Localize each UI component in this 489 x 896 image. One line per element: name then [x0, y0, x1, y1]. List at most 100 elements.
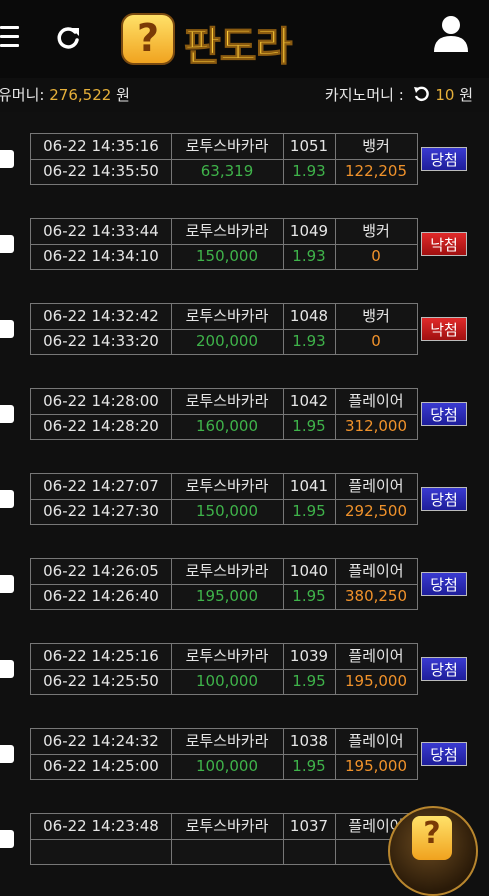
game-name: 로투스바카라	[185, 222, 269, 240]
result-time: 06-22 14:25:00	[43, 757, 159, 775]
win-status-badge: 당첨	[421, 487, 467, 511]
bet-row-table: 06-22 14:28:00 06-22 14:28:20 로투스바카라 160,00…	[30, 388, 418, 440]
casino-refresh-icon[interactable]	[413, 86, 429, 102]
bet-amount: 100,000	[195, 757, 259, 775]
game-name: 로투스바카라	[185, 647, 269, 665]
bet-time: 06-22 14:32:42	[43, 307, 159, 325]
round-number: 1038	[289, 732, 329, 750]
lose-status-badge: 낙첨	[421, 232, 467, 256]
bet-pick: 뱅커	[362, 222, 390, 240]
round-number: 1051	[289, 137, 329, 155]
game-name: 로투스바카라	[185, 562, 269, 580]
row-checkbox[interactable]	[0, 745, 14, 763]
bet-row-table: 06-22 14:24:32 06-22 14:25:00 로투스바카라 100,00…	[30, 728, 418, 780]
refresh-icon[interactable]	[54, 24, 82, 52]
user-money-label: 유머니:	[0, 86, 45, 104]
user-money-unit: 원	[116, 86, 130, 104]
round-number: 1040	[289, 562, 329, 580]
odds: 1.93	[292, 162, 326, 180]
payout-amount: 195,000	[344, 672, 408, 690]
bet-time: 06-22 14:23:48	[43, 817, 159, 835]
floating-logo-mark: ?	[412, 816, 452, 860]
round-number: 1039	[289, 647, 329, 665]
win-status-badge: 당첨	[421, 402, 467, 426]
row-checkbox[interactable]	[0, 320, 14, 338]
user-money: 유머니: 276,522 원	[0, 78, 130, 112]
bet-pick: 뱅커	[362, 307, 390, 325]
bet-row: 06-22 14:27:07 06-22 14:27:30 로투스바카라 150,00…	[0, 473, 489, 525]
pandora-logo[interactable]: ? 판도라	[118, 6, 338, 71]
odds: 1.93	[292, 332, 326, 350]
bet-row: 06-22 14:35:16 06-22 14:35:50 로투스바카라 63,319…	[0, 133, 489, 185]
bet-pick: 플레이어	[348, 392, 404, 410]
win-status-badge: 당첨	[421, 742, 467, 766]
casino-money-value: 10	[435, 86, 455, 104]
bet-row-table: 06-22 14:32:42 06-22 14:33:20 로투스바카라 200,00…	[30, 303, 418, 355]
logo-text: 판도라	[183, 24, 292, 71]
bet-row-table: 06-22 14:25:16 06-22 14:25:50 로투스바카라 100,00…	[30, 643, 418, 695]
bet-amount: 63,319	[200, 162, 254, 180]
bet-amount: 160,000	[195, 417, 259, 435]
payout-amount: 380,250	[344, 587, 408, 605]
bet-time: 06-22 14:27:07	[43, 477, 159, 495]
floating-logo-button[interactable]: ?	[388, 806, 478, 896]
round-number: 1049	[289, 222, 329, 240]
row-checkbox[interactable]	[0, 490, 14, 508]
bet-row-table: 06-22 14:35:16 06-22 14:35:50 로투스바카라 63,319…	[30, 133, 418, 185]
bet-row-table: 06-22 14:23:48 로투스바카라 1037 플레이어	[30, 813, 418, 865]
bet-pick: 플레이어	[348, 477, 404, 495]
result-time: 06-22 14:28:20	[43, 417, 159, 435]
bet-amount: 200,000	[195, 332, 259, 350]
row-checkbox[interactable]	[0, 405, 14, 423]
row-checkbox[interactable]	[0, 660, 14, 678]
odds: 1.95	[292, 502, 326, 520]
bet-time: 06-22 14:33:44	[43, 222, 159, 240]
result-time: 06-22 14:26:40	[43, 587, 159, 605]
user-money-value: 276,522	[49, 86, 112, 104]
bet-row: 06-22 14:28:00 06-22 14:28:20 로투스바카라 160,00…	[0, 388, 489, 440]
game-name: 로투스바카라	[185, 392, 269, 410]
logo-mark: ?	[136, 16, 160, 60]
bet-row: 06-22 14:26:05 06-22 14:26:40 로투스바카라 195,00…	[0, 558, 489, 610]
bet-time: 06-22 14:26:05	[43, 562, 159, 580]
casino-money-label: 카지노머니 :	[324, 86, 404, 104]
bet-row: 06-22 14:33:44 06-22 14:34:10 로투스바카라 150,00…	[0, 218, 489, 270]
odds: 1.93	[292, 247, 326, 265]
bet-pick: 뱅커	[362, 137, 390, 155]
round-number: 1041	[289, 477, 329, 495]
game-name: 로투스바카라	[185, 307, 269, 325]
user-profile-icon[interactable]	[432, 14, 470, 54]
result-time: 06-22 14:33:20	[43, 332, 159, 350]
round-number: 1048	[289, 307, 329, 325]
game-name: 로투스바카라	[185, 477, 269, 495]
row-checkbox[interactable]	[0, 235, 14, 253]
payout-amount: 292,500	[344, 502, 408, 520]
result-time: 06-22 14:25:50	[43, 672, 159, 690]
payout-amount: 0	[371, 332, 381, 350]
result-time: 06-22 14:34:10	[43, 247, 159, 265]
row-checkbox[interactable]	[0, 150, 14, 168]
bet-amount: 150,000	[195, 502, 259, 520]
result-time: 06-22 14:35:50	[43, 162, 159, 180]
payout-amount: 0	[371, 247, 381, 265]
bet-amount: 195,000	[195, 587, 259, 605]
hamburger-menu-icon[interactable]	[0, 26, 20, 48]
odds: 1.95	[292, 417, 326, 435]
game-name: 로투스바카라	[185, 732, 269, 750]
bet-row: 06-22 14:32:42 06-22 14:33:20 로투스바카라 200,00…	[0, 303, 489, 355]
bet-pick: 플레이어	[348, 647, 404, 665]
win-status-badge: 당첨	[421, 657, 467, 681]
top-bar: ? 판도라	[0, 0, 489, 78]
bet-pick: 플레이어	[348, 562, 404, 580]
round-number: 1042	[289, 392, 329, 410]
row-checkbox[interactable]	[0, 830, 14, 848]
bet-amount: 100,000	[195, 672, 259, 690]
bet-row-table: 06-22 14:33:44 06-22 14:34:10 로투스바카라 150,00…	[30, 218, 418, 270]
bet-time: 06-22 14:28:00	[43, 392, 159, 410]
odds: 1.95	[292, 757, 326, 775]
bet-time: 06-22 14:35:16	[43, 137, 159, 155]
bet-row: 06-22 14:25:16 06-22 14:25:50 로투스바카라 100,00…	[0, 643, 489, 695]
payout-amount: 312,000	[344, 417, 408, 435]
row-checkbox[interactable]	[0, 575, 14, 593]
bet-time: 06-22 14:25:16	[43, 647, 159, 665]
